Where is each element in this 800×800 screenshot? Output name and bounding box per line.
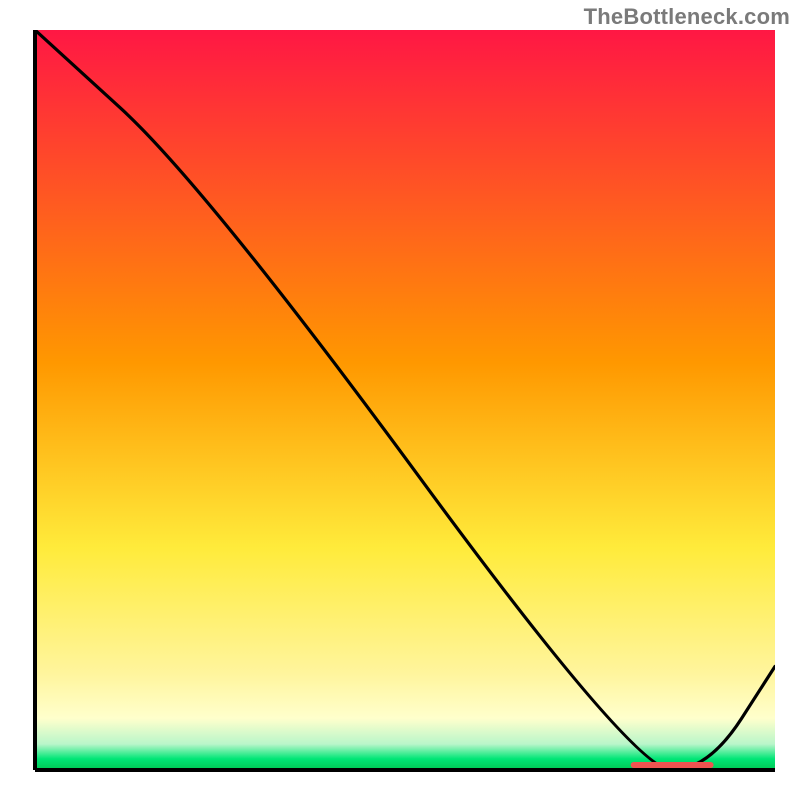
- chart-container: TheBottleneck.com: [0, 0, 800, 800]
- bottleneck-chart: [0, 0, 800, 800]
- valley-marker: [631, 762, 714, 768]
- gradient-background: [35, 30, 775, 770]
